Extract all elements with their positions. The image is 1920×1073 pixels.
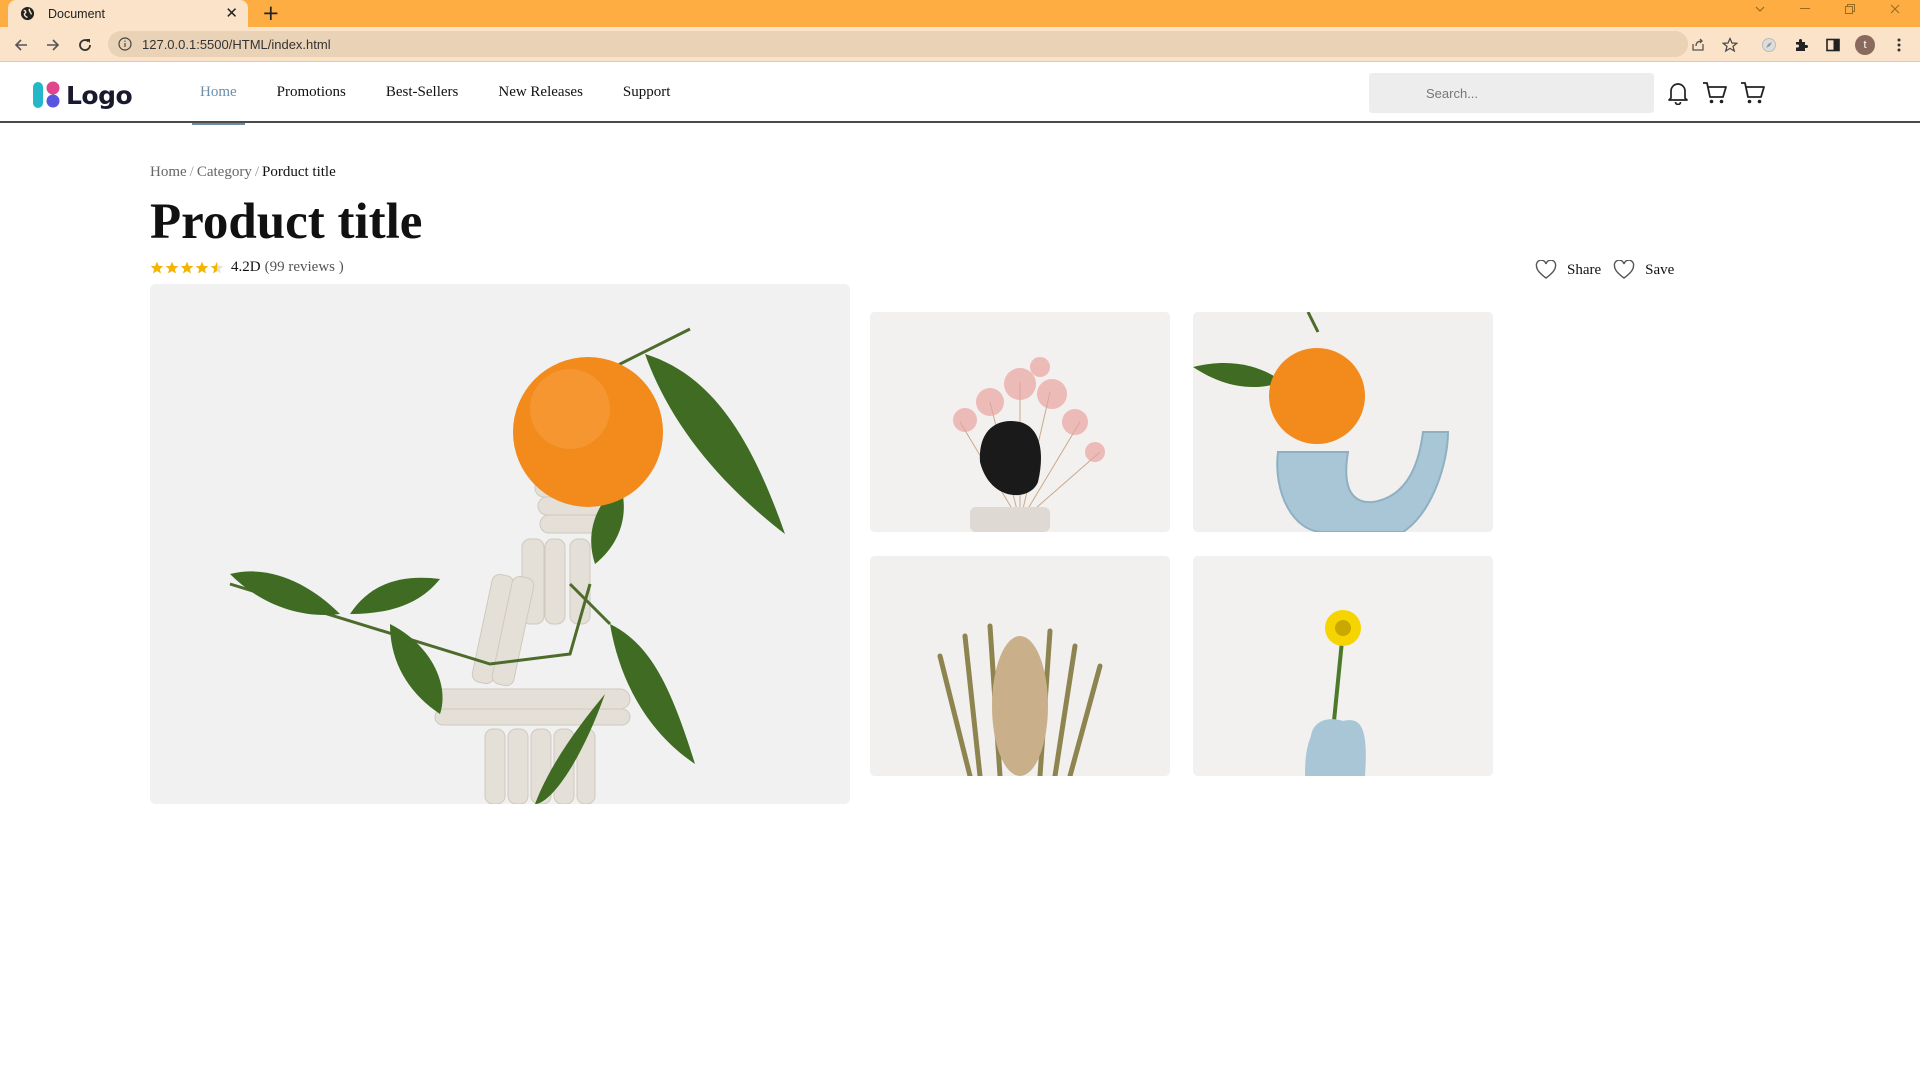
logo-text: Logo xyxy=(66,80,133,110)
bell-icon[interactable] xyxy=(1664,79,1692,107)
product-actions: Share Save xyxy=(1535,260,1674,280)
star-icon xyxy=(195,261,209,273)
product-thumbnail-3[interactable] xyxy=(870,556,1170,776)
nav-home[interactable]: Home xyxy=(190,62,247,125)
breadcrumb-category[interactable]: Category xyxy=(197,164,252,180)
browser-tab[interactable]: Document ✕ xyxy=(8,0,248,27)
save-button[interactable]: Save xyxy=(1613,260,1674,280)
profile-initial: t xyxy=(1855,34,1875,55)
address-bar[interactable]: 127.0.0.1:5500/HTML/index.html xyxy=(108,31,1688,57)
globe-icon xyxy=(20,6,35,21)
star-icon xyxy=(210,261,224,273)
logo-mark-icon xyxy=(33,81,60,108)
product-rating: 4.2D (99 reviews ) xyxy=(150,259,344,276)
cart-icon-secondary[interactable] xyxy=(1739,79,1767,107)
star-icon xyxy=(165,261,179,273)
nav-best-sellers[interactable]: Best-Sellers xyxy=(376,62,469,123)
product-thumbnail-4[interactable] xyxy=(1193,556,1493,776)
reload-icon[interactable] xyxy=(70,27,100,62)
breadcrumb-current: Porduct title xyxy=(262,164,336,180)
browser-menu-icon[interactable] xyxy=(1885,27,1913,62)
bookmark-star-icon[interactable] xyxy=(1716,27,1744,62)
new-tab-button[interactable]: + xyxy=(262,1,280,25)
share-page-icon[interactable] xyxy=(1684,27,1712,62)
restore-icon[interactable] xyxy=(1840,0,1860,17)
product-main-image[interactable] xyxy=(150,284,850,804)
profile-avatar[interactable]: t xyxy=(1851,27,1879,62)
nav-new-releases[interactable]: New Releases xyxy=(488,62,593,123)
product-thumbnail-2[interactable] xyxy=(1193,312,1493,532)
share-button[interactable]: Share xyxy=(1535,260,1601,280)
browser-tab-bar: Document ✕ + xyxy=(0,0,1920,27)
forward-arrow-icon[interactable] xyxy=(38,27,68,62)
tab-title: Document xyxy=(48,6,105,21)
extension-compass-icon[interactable] xyxy=(1755,27,1783,62)
tab-search-icon[interactable] xyxy=(1750,0,1770,17)
side-panel-icon[interactable] xyxy=(1819,27,1847,62)
product-title: Product title xyxy=(150,194,423,250)
star-icon xyxy=(150,261,164,273)
main-nav: Home Promotions Best-Sellers New Release… xyxy=(190,62,681,125)
review-count[interactable]: (99 reviews ) xyxy=(265,259,344,276)
site-info-icon[interactable] xyxy=(118,37,132,51)
minimize-icon[interactable] xyxy=(1795,0,1815,17)
back-arrow-icon[interactable] xyxy=(6,27,36,62)
rating-stars xyxy=(150,261,225,275)
heart-icon xyxy=(1613,260,1635,279)
breadcrumb-home[interactable]: Home xyxy=(150,164,187,180)
breadcrumb-separator: / xyxy=(189,164,194,180)
save-label: Save xyxy=(1645,261,1675,278)
breadcrumb: Home / Category / Porduct title xyxy=(150,164,336,181)
nav-promotions[interactable]: Promotions xyxy=(267,62,356,123)
product-thumbnail-1[interactable] xyxy=(870,312,1170,532)
nav-support[interactable]: Support xyxy=(613,62,681,123)
cart-icon[interactable] xyxy=(1701,79,1729,107)
share-label: Share xyxy=(1567,261,1602,278)
rating-value: 4.2D xyxy=(231,259,261,275)
star-icon xyxy=(180,261,194,273)
heart-icon xyxy=(1535,260,1557,279)
extensions-puzzle-icon[interactable] xyxy=(1787,27,1815,62)
tab-close-icon[interactable]: ✕ xyxy=(225,6,238,21)
search-input[interactable] xyxy=(1369,73,1654,113)
browser-toolbar: 127.0.0.1:5500/HTML/index.html t xyxy=(0,27,1920,62)
url-text: 127.0.0.1:5500/HTML/index.html xyxy=(142,36,331,52)
close-window-icon[interactable] xyxy=(1885,0,1905,17)
site-header: Logo Home Promotions Best-Sellers New Re… xyxy=(0,62,1920,125)
breadcrumb-separator: / xyxy=(254,164,259,180)
site-logo[interactable]: Logo xyxy=(32,80,133,110)
